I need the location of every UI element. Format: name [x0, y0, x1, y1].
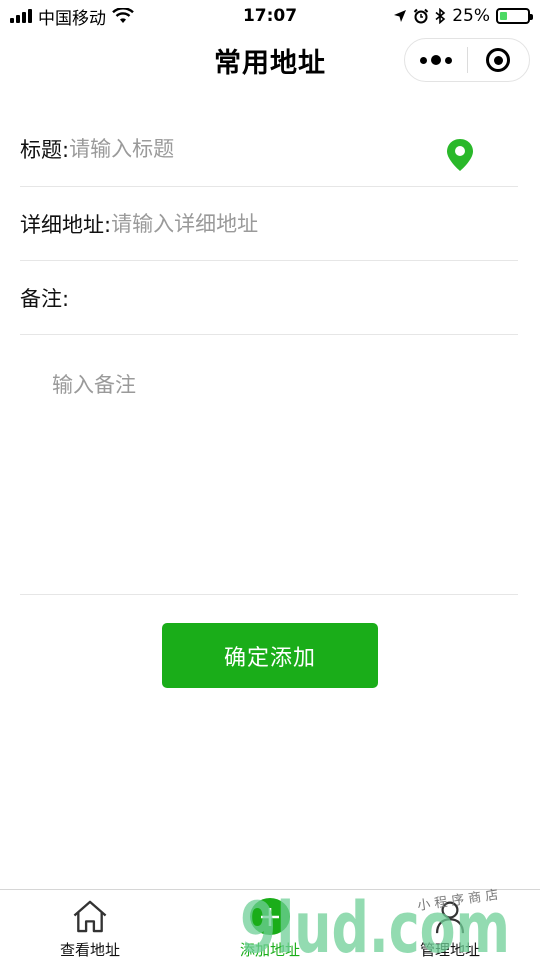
page-title: 常用地址 — [214, 47, 326, 79]
location-arrow-icon — [394, 10, 407, 22]
more-button[interactable] — [405, 39, 467, 81]
tab-label-manage: 管理地址 — [419, 941, 480, 959]
target-icon — [486, 48, 511, 72]
battery-percent: 25% — [452, 6, 490, 26]
battery-fill — [500, 12, 507, 20]
status-bar: 中国移动 17:07 25% — [0, 0, 540, 32]
nav-bar: 常用地址 — [0, 32, 540, 88]
home-icon — [73, 900, 107, 933]
add-circle-icon — [250, 898, 290, 935]
status-right: 25% — [393, 6, 533, 26]
address-form: 标题: 详细地址: 备注: — [20, 112, 518, 595]
location-pin-icon[interactable] — [446, 138, 474, 172]
tab-label-view: 查看地址 — [59, 941, 120, 959]
user-icon — [435, 901, 465, 934]
confirm-add-button[interactable]: 确定添加 — [162, 623, 378, 688]
title-label: 标题: — [20, 138, 70, 162]
title-row: 标题: — [20, 112, 518, 187]
close-mini-program-button[interactable] — [468, 39, 530, 81]
detail-address-input[interactable] — [111, 211, 518, 236]
bluetooth-icon — [435, 8, 446, 24]
tab-manage-address[interactable]: 管理地址 — [360, 890, 540, 960]
wifi-icon — [112, 8, 134, 23]
mini-program-capsule — [404, 38, 530, 82]
battery-icon — [496, 8, 533, 24]
alarm-icon — [413, 8, 429, 24]
note-label: 备注: — [20, 286, 70, 311]
tab-add-address[interactable]: 添加地址 — [180, 890, 360, 960]
tab-label-add: 添加地址 — [239, 941, 300, 959]
tab-view-address[interactable]: 查看地址 — [0, 890, 180, 960]
note-area — [20, 335, 518, 595]
signal-icon — [10, 9, 32, 23]
carrier-name: 中国移动 — [38, 8, 106, 29]
tab-bar: 查看地址 添加地址 管理地址 — [0, 889, 540, 960]
more-dots-icon — [419, 55, 452, 65]
detail-address-row: 详细地址: — [20, 187, 518, 261]
detail-address-label: 详细地址: — [20, 212, 112, 237]
note-textarea[interactable] — [50, 367, 490, 567]
status-left: 中国移动 — [10, 4, 134, 29]
note-row: 备注: — [20, 261, 518, 335]
